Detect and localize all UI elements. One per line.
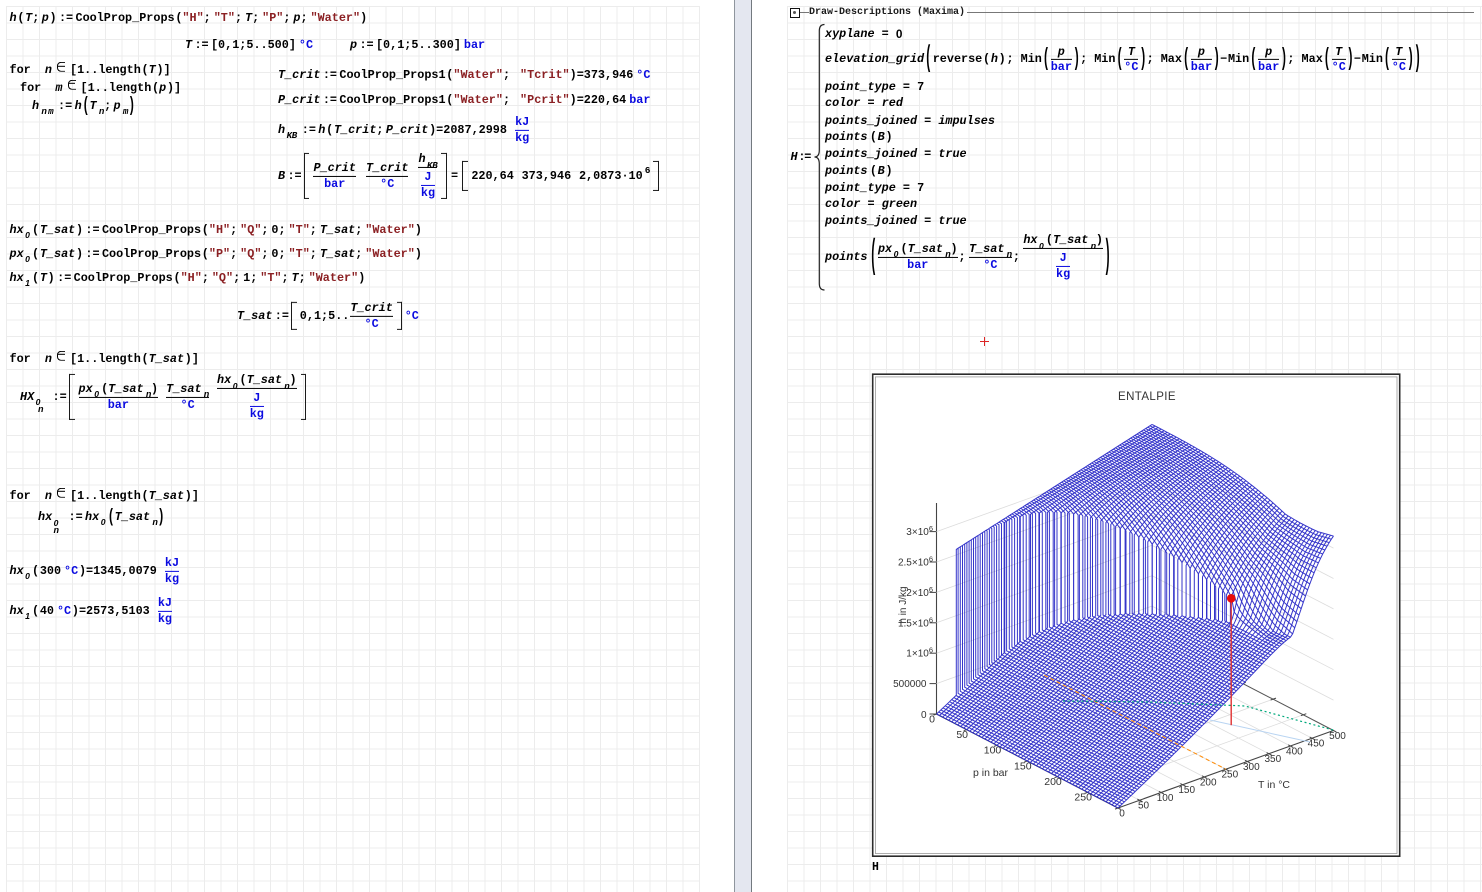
- svg-text:150: 150: [1178, 785, 1195, 796]
- svg-text:ENTALPIE: ENTALPIE: [1118, 391, 1176, 403]
- svg-text:300: 300: [1243, 762, 1260, 773]
- svg-text:0: 0: [921, 710, 927, 721]
- svg-text:500: 500: [1329, 731, 1346, 742]
- svg-text:250: 250: [1221, 770, 1238, 781]
- svg-text:400: 400: [1286, 746, 1303, 757]
- svg-text:200: 200: [1200, 777, 1217, 788]
- svg-text:500000: 500000: [893, 679, 927, 690]
- svg-text:0: 0: [1119, 808, 1125, 819]
- svg-text:h in J/kg: h in J/kg: [898, 586, 909, 623]
- svg-text:100: 100: [1157, 793, 1174, 804]
- svg-text:p in bar: p in bar: [973, 767, 1009, 779]
- svg-text:50: 50: [956, 729, 968, 741]
- svg-text:2.5×106: 2.5×106: [898, 555, 933, 569]
- svg-text:350: 350: [1264, 754, 1281, 765]
- svg-text:50: 50: [1138, 801, 1150, 812]
- svg-text:T in °C: T in °C: [1258, 779, 1290, 791]
- svg-text:0: 0: [929, 713, 935, 725]
- svg-text:450: 450: [1308, 739, 1325, 750]
